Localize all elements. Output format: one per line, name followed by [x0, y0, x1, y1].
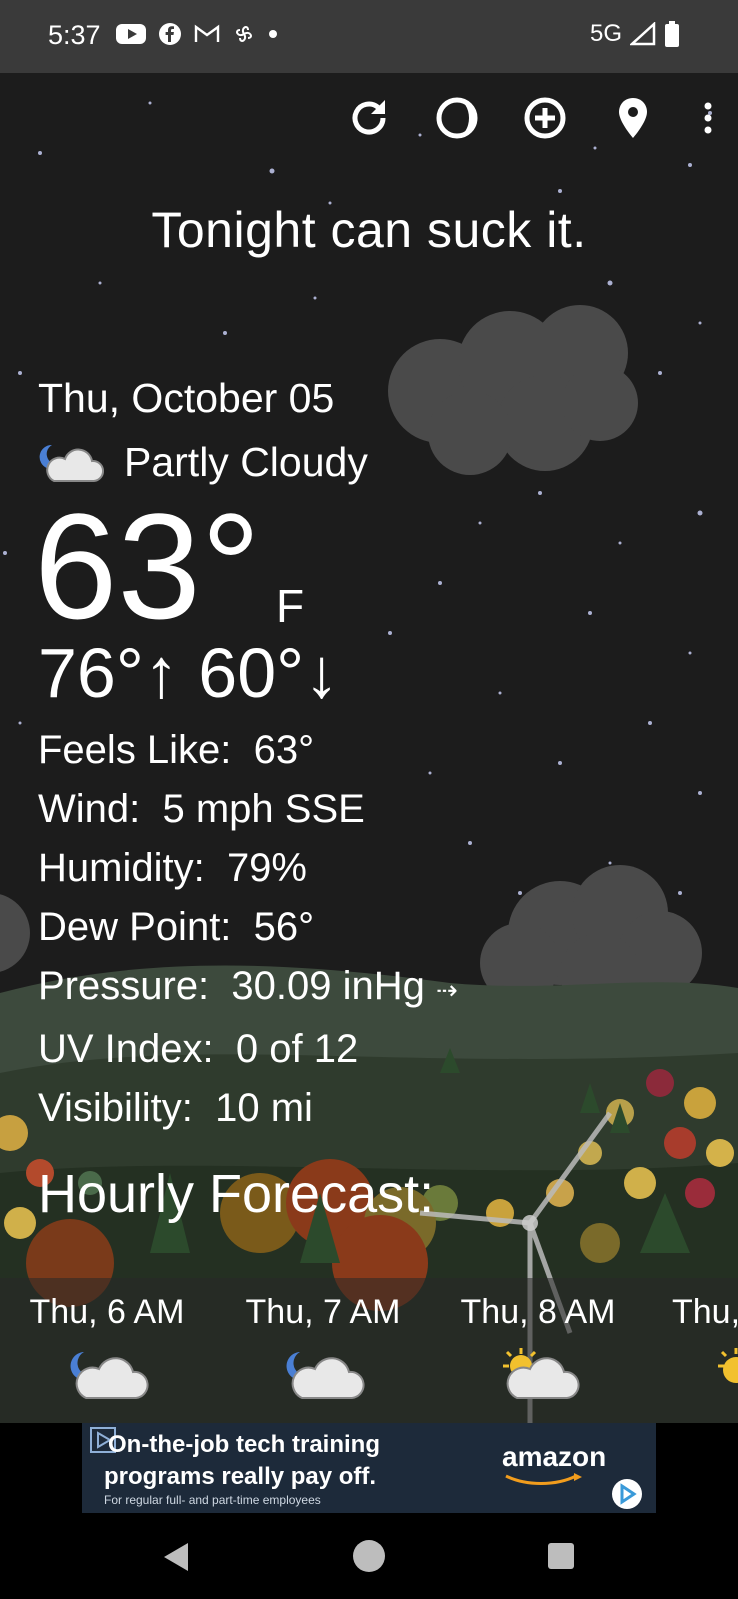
ad-disclaimer: For regular full- and part-time employee… [104, 1493, 321, 1507]
hourly-item[interactable]: Thu, 8 AM [443, 1293, 633, 1411]
headline: Tonight can suck it. [151, 202, 587, 258]
high-low-temperature: 76°↑ 60°↓ [38, 634, 340, 712]
location-button[interactable] [610, 95, 656, 141]
dot-icon [269, 30, 277, 38]
signal-icon [630, 22, 656, 46]
recents-square-icon [548, 1543, 574, 1569]
hourly-forecast-title: Hourly Forecast: [38, 1164, 435, 1224]
detail-row-visibility: Visibility: 10 mi [38, 1086, 313, 1130]
condition-label: Partly Cloudy [124, 439, 368, 485]
facebook-icon [159, 23, 181, 45]
current-condition: Partly Cloudy [38, 439, 368, 486]
status-right: 5G [590, 20, 680, 48]
hourly-item[interactable]: Thu, 6 AM [12, 1293, 202, 1411]
ad-headline-1: On-the-job tech training [108, 1431, 380, 1458]
current-date: Thu, October 05 [38, 375, 335, 421]
hour-label: Thu, [672, 1293, 738, 1331]
ad-choices-button[interactable] [612, 1479, 642, 1509]
more-options-button[interactable] [698, 95, 718, 141]
toolbar [346, 95, 718, 141]
back-triangle-icon [164, 1543, 188, 1571]
back-button[interactable] [160, 1541, 192, 1578]
add-circle-icon [524, 97, 566, 139]
hourly-item[interactable]: Thu, 7 AM [228, 1293, 418, 1411]
location-pin-icon [619, 98, 647, 138]
add-location-button[interactable] [522, 95, 568, 141]
pinwheel-icon [236, 26, 252, 42]
youtube-icon [116, 24, 146, 44]
partly-cloudy-night-icon [39, 444, 104, 482]
hourly-forecast-strip[interactable]: Thu, 6 AM Thu, 7 AM Thu, 8 AM Thu, [0, 1278, 738, 1423]
notification-icons [116, 22, 278, 46]
more-vertical-icon [704, 102, 712, 134]
gmail-icon [194, 24, 220, 42]
theme-button[interactable] [434, 95, 480, 141]
detail-row-humidity: Humidity: 79% [38, 846, 307, 890]
detail-row-wind: Wind: 5 mph SSE [38, 787, 365, 831]
refresh-icon [352, 100, 386, 135]
refresh-button[interactable] [346, 95, 392, 141]
temperature-unit: F [276, 580, 305, 632]
network-label: 5G [589, 20, 622, 47]
status-time: 5:37 [48, 20, 101, 50]
moon-phase-icon [436, 97, 478, 139]
detail-row-feels-like: Feels Like: 63° [38, 728, 315, 772]
hour-label: Thu, 8 AM [460, 1293, 616, 1331]
partly-sunny-icon [503, 1348, 580, 1399]
weather-main: Tonight can suck it. Thu, October 05 Par… [0, 73, 738, 1423]
partly-cloudy-night-icon [286, 1352, 365, 1399]
sun-icon [718, 1348, 738, 1383]
ad-banner[interactable]: On-the-job tech training programs really… [82, 1423, 656, 1513]
partly-cloudy-night-icon [70, 1352, 149, 1399]
recents-button[interactable] [547, 1542, 575, 1575]
hour-label: Thu, 7 AM [245, 1293, 401, 1331]
status-bar: 5:37 5G [0, 0, 738, 73]
home-circle-icon [353, 1540, 385, 1572]
pressure-trend-icon: ⇢ [436, 975, 458, 1005]
hour-label: Thu, 6 AM [29, 1293, 185, 1331]
ad-headline-2: programs really pay off. [104, 1463, 377, 1490]
system-nav-bar [0, 1513, 738, 1599]
current-temperature: 63° [34, 482, 261, 650]
detail-row-pressure: Pressure: 30.09 inHg ⇢ [38, 964, 458, 1008]
amazon-smile-icon [505, 1473, 582, 1485]
battery-icon [665, 21, 679, 47]
detail-row-uv-index: UV Index: 0 of 12 [38, 1027, 359, 1071]
home-button[interactable] [352, 1539, 386, 1578]
ad-brand-logo: amazon [502, 1441, 607, 1472]
weather-details: Feels Like: 63° Wind: 5 mph SSE Humidity… [38, 721, 458, 1138]
detail-row-dew-point: Dew Point: 56° [38, 905, 315, 949]
ad-choices-icon [620, 1483, 637, 1505]
hourly-item[interactable]: Thu, [658, 1293, 738, 1411]
